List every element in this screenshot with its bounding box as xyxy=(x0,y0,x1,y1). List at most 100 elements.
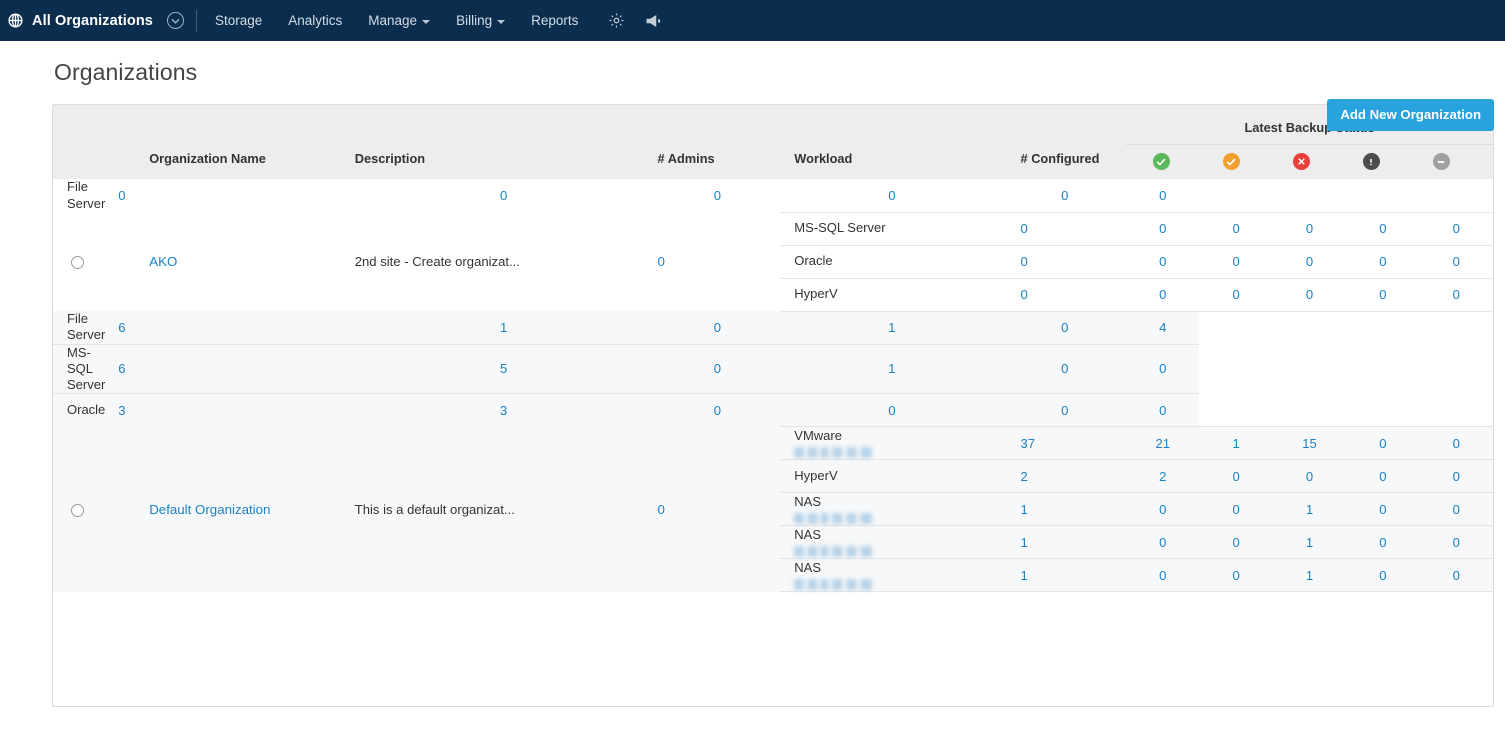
nav-link-manage[interactable]: Manage xyxy=(368,13,430,28)
status-warning-count-link[interactable]: 0 xyxy=(714,320,721,335)
status-success-count-link[interactable]: 2 xyxy=(1159,469,1166,484)
configured-count-link[interactable]: 0 xyxy=(1021,221,1028,236)
configured-count-link[interactable]: 0 xyxy=(1021,287,1028,302)
status-warning-count-link[interactable]: 0 xyxy=(714,361,721,376)
configured-count-link[interactable]: 6 xyxy=(118,361,125,376)
status-disabled-count-link[interactable]: 4 xyxy=(1159,320,1166,335)
status-failed-count-link[interactable]: 15 xyxy=(1302,436,1317,451)
organization-radio[interactable] xyxy=(71,504,84,517)
status-failed-count-link[interactable]: 1 xyxy=(888,320,895,335)
status-success-count-link[interactable]: 0 xyxy=(1159,568,1166,583)
status-disabled-count-link[interactable]: 0 xyxy=(1453,254,1460,269)
configured-count-link[interactable]: 1 xyxy=(1021,535,1028,550)
nav-link-storage[interactable]: Storage xyxy=(215,13,262,28)
chevron-down-circle-icon[interactable] xyxy=(167,12,184,29)
status-warning-count-link[interactable]: 0 xyxy=(1233,502,1240,517)
status-failed-count-link[interactable]: 1 xyxy=(1306,535,1313,550)
status-success-count-link[interactable]: 3 xyxy=(500,403,507,418)
status-success-count-link[interactable]: 0 xyxy=(1159,221,1166,236)
status-warning-count-link[interactable]: 0 xyxy=(714,403,721,418)
status-alert-count-link[interactable]: 0 xyxy=(1061,361,1068,376)
nav-link-billing[interactable]: Billing xyxy=(456,13,505,28)
configured-count-link[interactable]: 1 xyxy=(1021,502,1028,517)
status-warning-icon[interactable] xyxy=(1223,153,1240,170)
configured-count-link[interactable]: 2 xyxy=(1021,469,1028,484)
status-disabled-count-link[interactable]: 0 xyxy=(1453,535,1460,550)
configured-count-link[interactable]: 0 xyxy=(1021,254,1028,269)
status-alert-count-link[interactable]: 0 xyxy=(1061,403,1068,418)
organization-admins-link[interactable]: 0 xyxy=(658,254,665,269)
status-warning-count-link[interactable]: 0 xyxy=(1233,254,1240,269)
gear-icon[interactable] xyxy=(608,12,625,29)
workload-cell: NAS xyxy=(780,493,1003,526)
status-disabled-count-link[interactable]: 0 xyxy=(1453,287,1460,302)
status-success-count-link[interactable]: 0 xyxy=(1159,535,1166,550)
status-success-count-link[interactable]: 1 xyxy=(500,320,507,335)
status-failed-count-link[interactable]: 1 xyxy=(1306,502,1313,517)
status-alert-count-cell: 0 xyxy=(1004,311,1127,344)
status-success-count-link[interactable]: 0 xyxy=(500,188,507,203)
status-success-icon[interactable] xyxy=(1153,153,1170,170)
status-failed-count-link[interactable]: 0 xyxy=(1306,254,1313,269)
status-failed-count-link[interactable]: 1 xyxy=(888,361,895,376)
status-failed-icon[interactable] xyxy=(1293,153,1310,170)
status-disabled-count-link[interactable]: 0 xyxy=(1453,502,1460,517)
configured-count-link[interactable]: 0 xyxy=(118,188,125,203)
status-alert-count-link[interactable]: 0 xyxy=(1379,568,1386,583)
status-alert-count-link[interactable]: 0 xyxy=(1061,188,1068,203)
megaphone-icon[interactable] xyxy=(645,14,663,28)
status-failed-count-link[interactable]: 1 xyxy=(1306,568,1313,583)
status-disabled-count-cell: 0 xyxy=(1126,179,1199,212)
configured-count-link[interactable]: 37 xyxy=(1021,436,1036,451)
status-warning-count-link[interactable]: 0 xyxy=(1233,568,1240,583)
status-column-alert xyxy=(1336,153,1406,170)
status-warning-count-cell: 0 xyxy=(655,344,781,394)
configured-count-link[interactable]: 3 xyxy=(118,403,125,418)
status-success-count-link[interactable]: 0 xyxy=(1159,287,1166,302)
status-alert-icon[interactable] xyxy=(1363,153,1380,170)
status-disabled-count-link[interactable]: 0 xyxy=(1159,403,1166,418)
configured-count-link[interactable]: 6 xyxy=(118,320,125,335)
organization-radio[interactable] xyxy=(71,256,84,269)
status-alert-count-link[interactable]: 0 xyxy=(1379,287,1386,302)
status-failed-count-link[interactable]: 0 xyxy=(1306,221,1313,236)
status-alert-count-link[interactable]: 0 xyxy=(1379,221,1386,236)
status-failed-count-link[interactable]: 0 xyxy=(888,403,895,418)
nav-link-reports[interactable]: Reports xyxy=(531,13,578,28)
status-warning-count-link[interactable]: 0 xyxy=(1233,221,1240,236)
status-success-count-link[interactable]: 21 xyxy=(1156,436,1171,451)
status-disabled-count-link[interactable]: 0 xyxy=(1453,568,1460,583)
configured-count-link[interactable]: 1 xyxy=(1021,568,1028,583)
nav-link-analytics[interactable]: Analytics xyxy=(288,13,342,28)
status-disabled-count-link[interactable]: 0 xyxy=(1453,436,1460,451)
status-failed-count-link[interactable]: 0 xyxy=(1306,469,1313,484)
status-disabled-count-link[interactable]: 0 xyxy=(1159,361,1166,376)
organization-name-link[interactable]: AKO xyxy=(149,254,177,269)
status-alert-count-link[interactable]: 0 xyxy=(1379,502,1386,517)
status-disabled-count-link[interactable]: 0 xyxy=(1453,469,1460,484)
workload-cell: Oracle xyxy=(53,394,101,427)
status-warning-count-link[interactable]: 0 xyxy=(1233,535,1240,550)
status-failed-count-link[interactable]: 0 xyxy=(888,188,895,203)
status-alert-count-link[interactable]: 0 xyxy=(1379,535,1386,550)
status-warning-count-link[interactable]: 0 xyxy=(1233,469,1240,484)
status-warning-count-link[interactable]: 0 xyxy=(714,188,721,203)
status-warning-count-link[interactable]: 1 xyxy=(1233,436,1240,451)
status-alert-count-link[interactable]: 0 xyxy=(1061,320,1068,335)
add-new-organization-button[interactable]: Add New Organization xyxy=(1327,99,1494,131)
status-failed-count-cell: 0 xyxy=(1273,212,1346,245)
status-alert-count-link[interactable]: 0 xyxy=(1379,254,1386,269)
status-success-count-link[interactable]: 0 xyxy=(1159,502,1166,517)
organization-admins-link[interactable]: 0 xyxy=(658,502,665,517)
organization-name-link[interactable]: Default Organization xyxy=(149,502,270,517)
status-failed-count-link[interactable]: 0 xyxy=(1306,287,1313,302)
status-alert-count-link[interactable]: 0 xyxy=(1379,436,1386,451)
status-disabled-count-link[interactable]: 0 xyxy=(1453,221,1460,236)
status-alert-count-link[interactable]: 0 xyxy=(1379,469,1386,484)
status-disabled-icon[interactable] xyxy=(1433,153,1450,170)
status-success-count-link[interactable]: 5 xyxy=(500,361,507,376)
brand-all-organizations[interactable]: All Organizations xyxy=(7,12,165,29)
status-success-count-link[interactable]: 0 xyxy=(1159,254,1166,269)
status-disabled-count-link[interactable]: 0 xyxy=(1159,188,1166,203)
status-warning-count-link[interactable]: 0 xyxy=(1233,287,1240,302)
